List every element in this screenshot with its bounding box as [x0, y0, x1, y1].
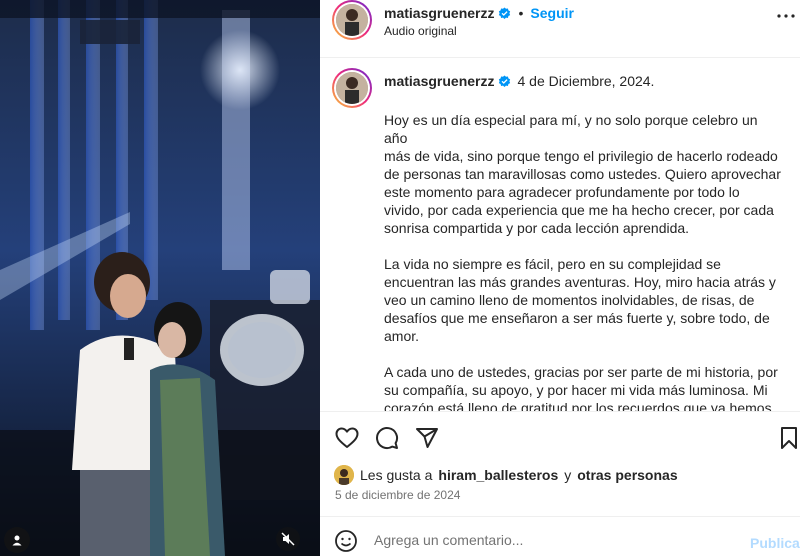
- author-avatar[interactable]: [332, 0, 372, 40]
- emoji-icon: [335, 530, 357, 552]
- avatar-image: [336, 72, 368, 104]
- liker-username-link[interactable]: hiram_ballesteros: [438, 467, 558, 483]
- avatar-image: [334, 465, 354, 485]
- liker-avatar[interactable]: [334, 465, 354, 485]
- caption-header: matiasgruenerzz 4 de Diciembre, 2024.: [384, 73, 654, 89]
- more-options-button[interactable]: [774, 6, 798, 26]
- user-tag-icon: [12, 535, 22, 546]
- caption-paragraph: La vida no siempre es fácil, pero en su …: [384, 256, 776, 344]
- more-options-icon: [777, 14, 795, 18]
- verified-badge-icon: [499, 6, 511, 19]
- post-header: matiasgruenerzz • Seguir Audio original: [320, 0, 800, 58]
- verified-badge-icon: [499, 74, 511, 87]
- post-actions-bar: [320, 411, 800, 461]
- heart-icon: [335, 427, 359, 448]
- emoji-button[interactable]: [334, 529, 358, 553]
- caption-date: 4 de Diciembre, 2024.: [517, 73, 655, 89]
- mute-toggle-button[interactable]: [276, 527, 300, 551]
- share-button[interactable]: [414, 425, 440, 451]
- caption-scroll-area[interactable]: matiasgruenerzz 4 de Diciembre, 2024. Ho…: [320, 59, 800, 411]
- follow-button[interactable]: Seguir: [530, 5, 574, 21]
- likes-connector: y: [564, 467, 572, 483]
- caption-paragraph: Hoy es un día especial para mí, y no sol…: [384, 112, 781, 236]
- tagged-users-button[interactable]: [4, 527, 30, 553]
- separator-dot: •: [518, 5, 524, 21]
- comment-bar: Publicar: [320, 516, 800, 556]
- avatar-image: [336, 4, 368, 36]
- like-button[interactable]: [334, 425, 360, 451]
- save-button[interactable]: [776, 425, 800, 451]
- likes-summary[interactable]: Les gusta a hiram_ballesteros y otras pe…: [334, 465, 678, 485]
- bookmark-icon: [781, 427, 797, 449]
- audio-link[interactable]: Audio original: [384, 24, 457, 38]
- caption-text: Hoy es un día especial para mí, y no sol…: [384, 111, 784, 411]
- author-username-link[interactable]: matiasgruenerzz: [384, 5, 494, 21]
- post-detail-panel: matiasgruenerzz • Seguir Audio original: [320, 0, 800, 556]
- comment-button[interactable]: [374, 425, 400, 451]
- concert-photo: [0, 0, 320, 556]
- caption-author-avatar[interactable]: [332, 68, 372, 108]
- post-timestamp[interactable]: 5 de diciembre de 2024: [335, 488, 460, 502]
- post-media-video[interactable]: [0, 0, 320, 556]
- muted-speaker-icon: [281, 532, 295, 546]
- other-likers-link[interactable]: otras personas: [577, 467, 677, 483]
- caption-paragraph: A cada uno de ustedes, gracias por ser p…: [384, 364, 778, 411]
- comment-input[interactable]: [374, 528, 734, 552]
- likes-prefix: Les gusta a: [360, 467, 433, 483]
- paper-plane-icon: [416, 428, 438, 448]
- author-info: matiasgruenerzz • Seguir: [384, 5, 574, 21]
- caption-username-link[interactable]: matiasgruenerzz: [384, 73, 494, 89]
- comment-icon: [376, 427, 399, 450]
- publish-comment-button[interactable]: Publicar: [750, 535, 800, 551]
